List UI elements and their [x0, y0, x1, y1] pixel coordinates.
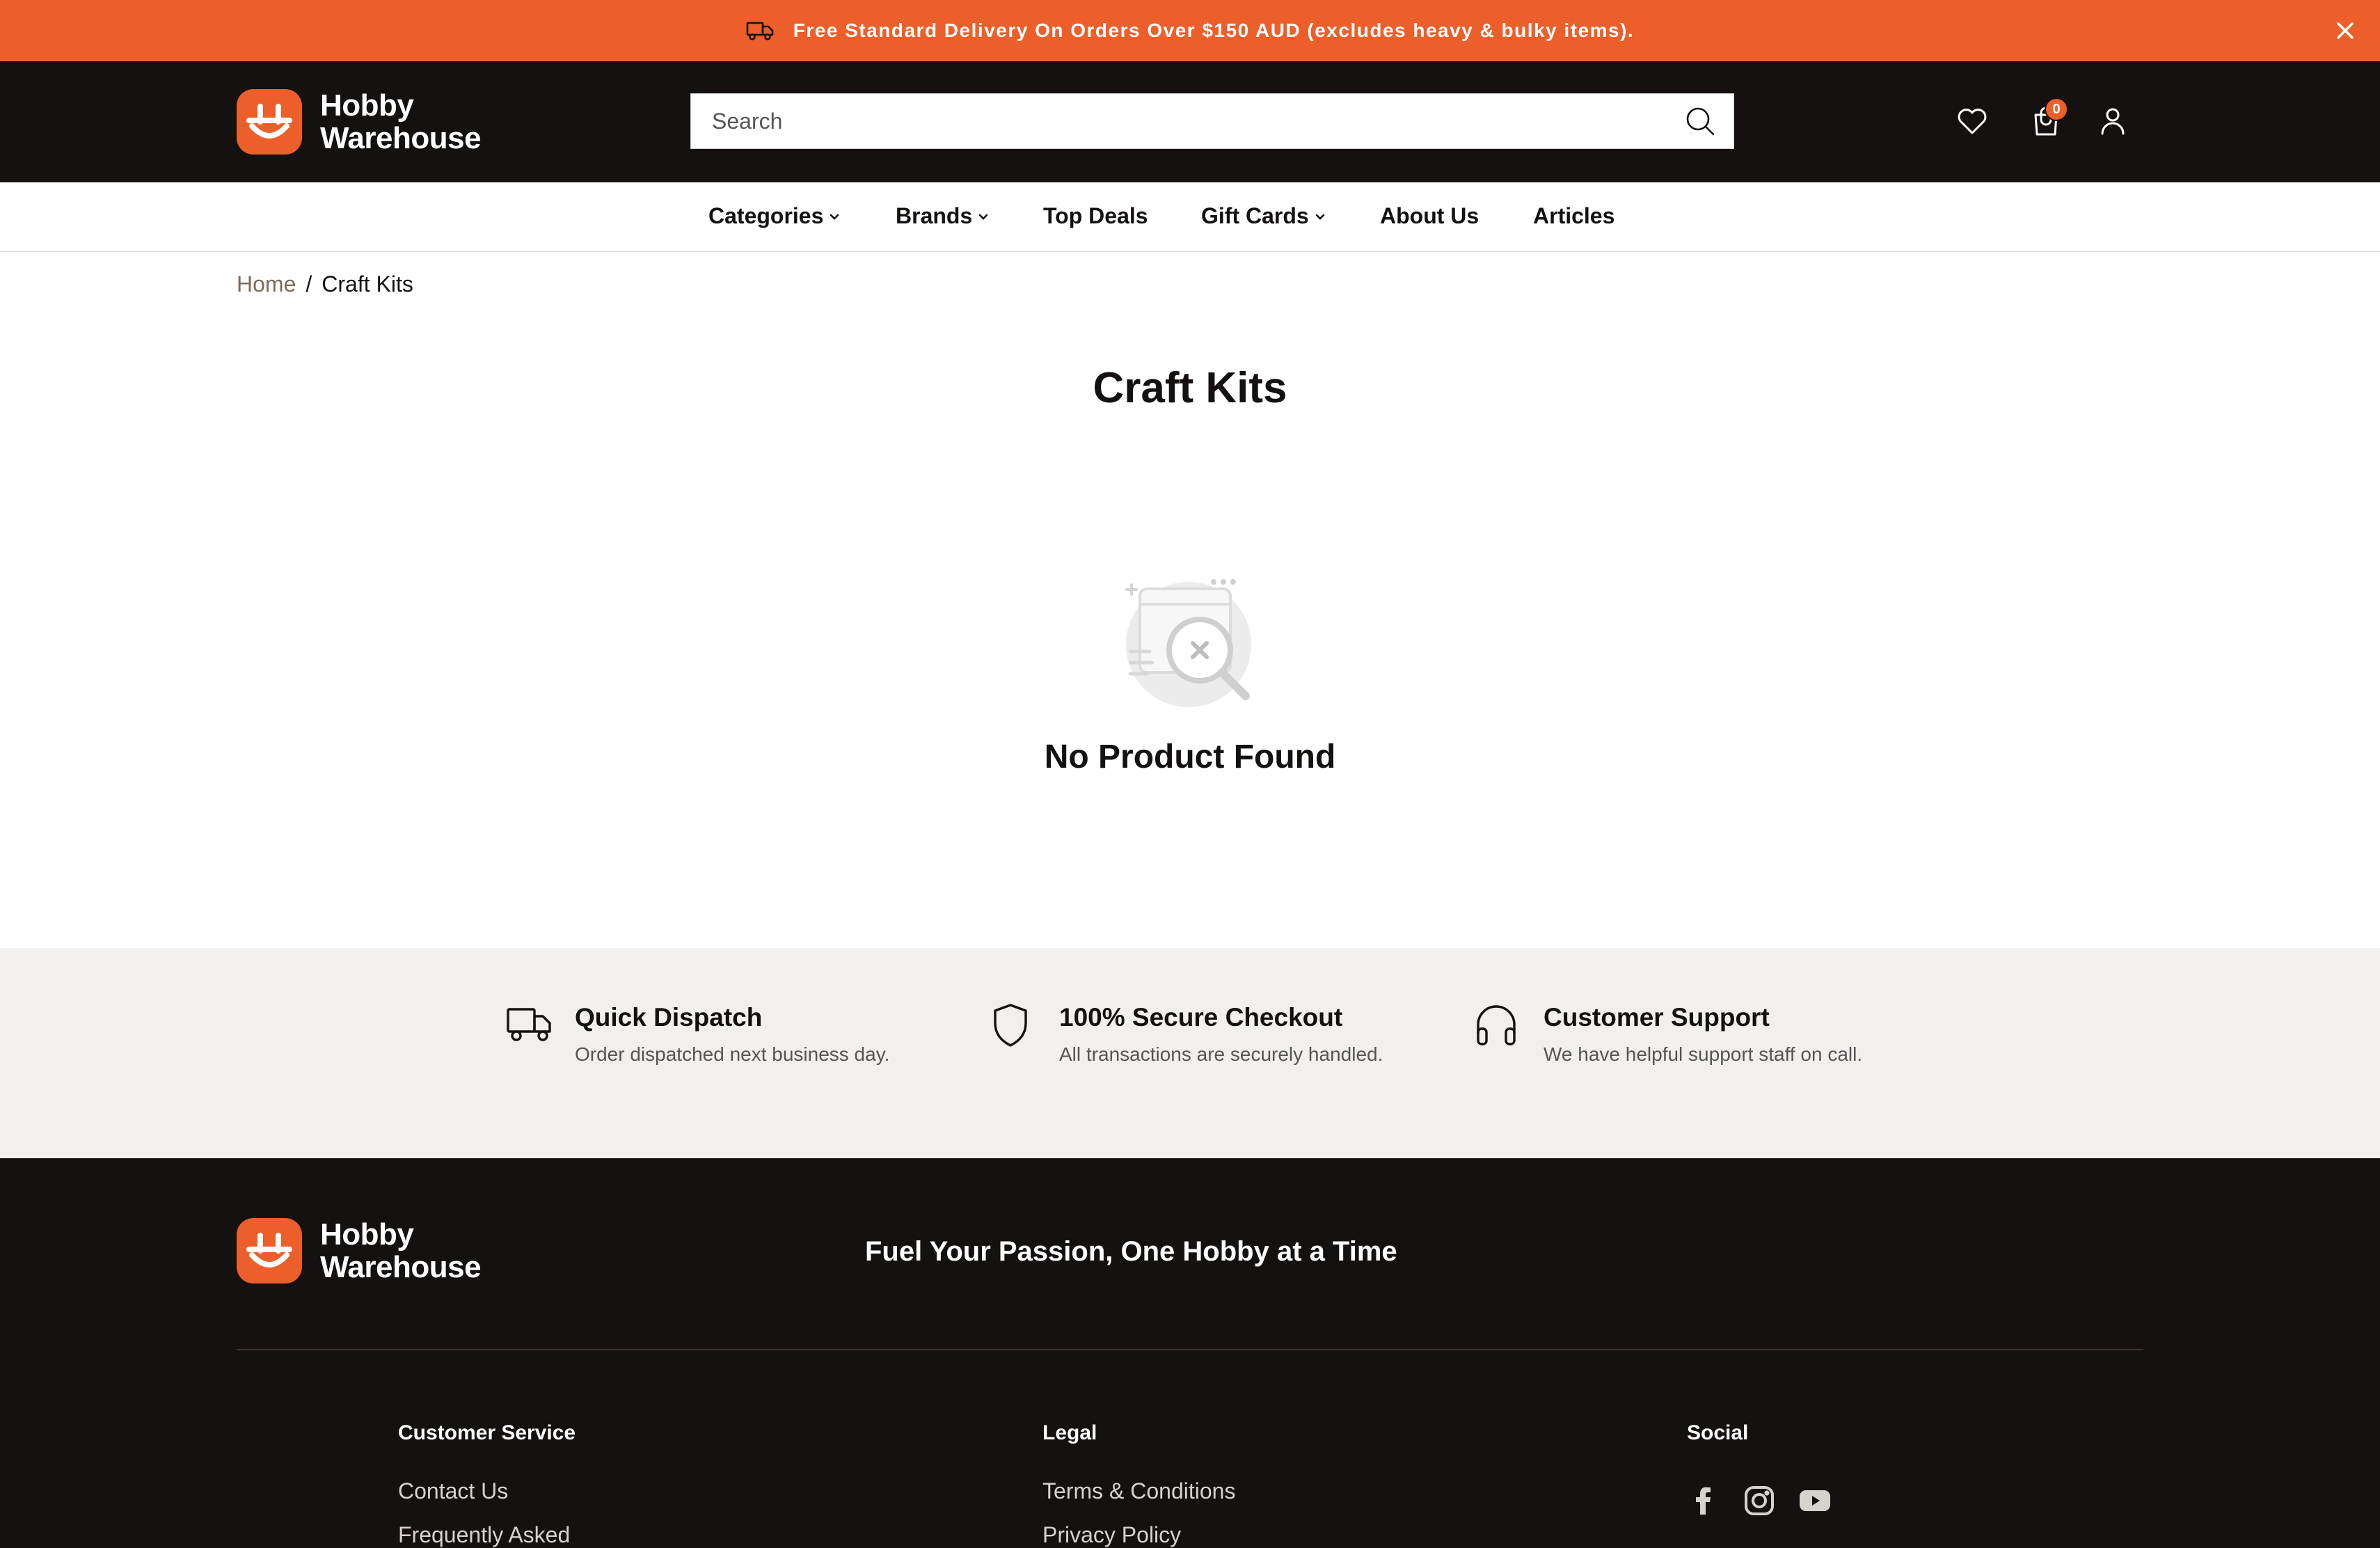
truck-icon: [746, 22, 774, 40]
user-icon[interactable]: [2096, 104, 2129, 138]
site-header: Hobby Warehouse 0: [0, 61, 2380, 182]
feature-customer-support: Customer Support We have helpful support…: [1474, 1002, 1871, 1068]
nav-item-gift-cards[interactable]: Gift Cards: [1201, 203, 1327, 229]
search-icon[interactable]: [1685, 106, 1715, 136]
nav-label: About Us: [1380, 203, 1479, 228]
logo-mark-icon: [237, 1218, 302, 1284]
footer-column-legal: Legal Terms & Conditions Privacy Policy: [1042, 1421, 1235, 1548]
feature-quick-dispatch: Quick Dispatch Order dispatched next bus…: [505, 1002, 902, 1068]
nav-label: Top Deals: [1043, 203, 1148, 228]
nav-item-top-deals[interactable]: Top Deals: [1043, 203, 1148, 229]
logo-line1: Hobby: [320, 88, 414, 123]
breadcrumb-separator: /: [306, 271, 312, 297]
instagram-icon[interactable]: [1743, 1484, 1776, 1517]
nav-item-articles[interactable]: Articles: [1533, 203, 1615, 229]
feature-description: All transactions are securely handled.: [1059, 1043, 1383, 1065]
social-links: [1687, 1484, 1832, 1517]
breadcrumb-home-link[interactable]: Home: [237, 271, 296, 297]
nav-item-brands[interactable]: Brands: [896, 203, 990, 229]
no-results-illustration-icon: [1125, 579, 1251, 707]
footer-link-faq[interactable]: Frequently Asked: [398, 1522, 576, 1548]
logo-line2: Warehouse: [320, 121, 482, 155]
search-bar: [690, 93, 1734, 149]
promo-bar: Free Standard Delivery On Orders Over $1…: [0, 0, 2380, 61]
site-footer: Hobby Warehouse Fuel Your Passion, One H…: [0, 1158, 2380, 1548]
heart-icon[interactable]: [1955, 104, 1989, 138]
footer-divider: [237, 1349, 2143, 1350]
feature-description: Order dispatched next business day.: [575, 1043, 890, 1065]
nav-item-about-us[interactable]: About Us: [1380, 203, 1479, 229]
logo-mark-icon: [237, 89, 302, 155]
chevron-down-icon: [830, 214, 839, 220]
footer-logo[interactable]: Hobby Warehouse: [237, 1217, 482, 1284]
footer-link-privacy[interactable]: Privacy Policy: [1042, 1522, 1235, 1548]
logo-text: Hobby Warehouse: [320, 88, 482, 155]
features-strip: Quick Dispatch Order dispatched next bus…: [0, 948, 2380, 1158]
empty-state-message: No Product Found: [1044, 739, 1336, 775]
feature-secure-checkout: 100% Secure Checkout All transactions ar…: [990, 1002, 1386, 1068]
footer-column-social: Social: [1687, 1421, 1832, 1517]
feature-description: We have helpful support staff on call.: [1544, 1043, 1863, 1065]
search-input[interactable]: [691, 94, 1685, 148]
logo-line2: Warehouse: [320, 1250, 482, 1284]
breadcrumb-current: Craft Kits: [322, 271, 413, 297]
feature-title: Customer Support: [1544, 1003, 1770, 1032]
chevron-down-icon: [1315, 214, 1324, 220]
nav-label: Brands: [896, 203, 973, 228]
logo-line1: Hobby: [320, 1217, 414, 1251]
youtube-icon[interactable]: [1798, 1484, 1832, 1517]
logo[interactable]: Hobby Warehouse: [237, 88, 482, 155]
feature-title: Quick Dispatch: [575, 1003, 763, 1032]
footer-tagline: Fuel Your Passion, One Hobby at a Time: [865, 1236, 1397, 1267]
promo-text: Free Standard Delivery On Orders Over $1…: [793, 19, 1635, 41]
close-icon[interactable]: [2331, 17, 2359, 45]
shield-icon: [994, 1004, 1027, 1047]
footer-column-title: Customer Service: [398, 1421, 576, 1444]
footer-link-contact-us[interactable]: Contact Us: [398, 1478, 576, 1504]
chevron-down-icon: [978, 214, 988, 220]
main-nav: Categories Brands Top Deals Gift Cards A…: [0, 182, 2380, 252]
truck-icon: [507, 1008, 551, 1041]
footer-link-terms[interactable]: Terms & Conditions: [1042, 1478, 1235, 1504]
nav-label: Articles: [1533, 203, 1615, 228]
nav-label: Categories: [708, 203, 824, 228]
breadcrumb: Home / Craft Kits: [237, 271, 413, 297]
nav-label: Gift Cards: [1201, 203, 1309, 228]
logo-text: Hobby Warehouse: [320, 1217, 482, 1284]
nav-item-categories[interactable]: Categories: [708, 203, 841, 229]
footer-column-title: Legal: [1042, 1421, 1097, 1444]
cart-count-badge: 0: [2045, 97, 2068, 121]
footer-column-customer-service: Customer Service Contact Us Frequently A…: [398, 1421, 576, 1548]
footer-column-title: Social: [1687, 1421, 1749, 1444]
page-title: Craft Kits: [1093, 364, 1287, 412]
headphones-icon: [1477, 1005, 1516, 1045]
facebook-icon[interactable]: [1687, 1484, 1720, 1517]
feature-title: 100% Secure Checkout: [1059, 1003, 1343, 1032]
